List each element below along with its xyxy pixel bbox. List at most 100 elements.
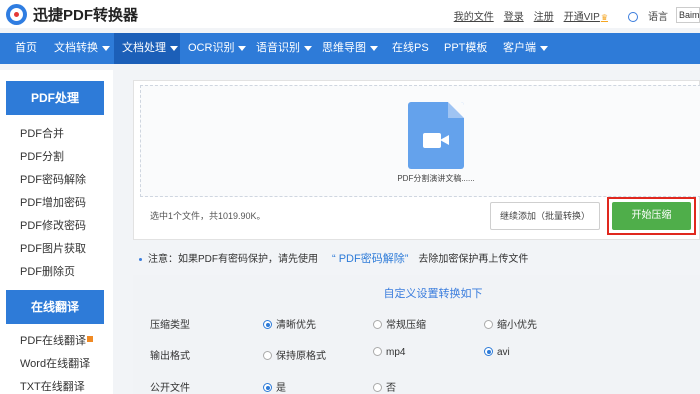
logo[interactable]: 迅捷PDF转换器 xyxy=(6,4,138,25)
nav-ppt[interactable]: PPT模板 xyxy=(436,33,495,64)
chevron-down-icon xyxy=(238,45,247,51)
notice-bar: 注意：如果PDF有密码保护，请先使用 “ PDF密码解除” 去除加密保护再上传文件 xyxy=(133,250,700,268)
logo-text: 迅捷PDF转换器 xyxy=(33,7,139,24)
sidebar-list: PDF合并 PDF分割 PDF密码解除 PDF增加密码 PDF修改密码 PDF图… xyxy=(0,115,113,290)
file-dropzone[interactable]: PDF分割演讲文稿...... xyxy=(140,85,700,197)
notice-suffix: 去除加密保护再上传文件 xyxy=(418,254,529,265)
public-option-yes[interactable]: 是 xyxy=(263,379,286,394)
nav-label: 在线PS xyxy=(392,42,429,54)
option-label: avi xyxy=(497,347,510,358)
crown-icon: ♛ xyxy=(600,12,608,22)
output-option-avi[interactable]: avi xyxy=(484,347,510,358)
nav-ocr[interactable]: OCR识别 xyxy=(180,33,248,64)
nav-label: OCR识别 xyxy=(188,42,235,54)
continue-add-button[interactable]: 继续添加（批量转换） xyxy=(490,202,600,230)
sidebar-item-word-translate[interactable]: Word在线翻译 xyxy=(0,353,113,376)
nav-client[interactable]: 客户端 xyxy=(495,33,557,64)
pdf-unlock-link[interactable]: “ PDF密码解除” xyxy=(332,253,408,265)
sidebar-item-pdf-unlock[interactable]: PDF密码解除 xyxy=(0,169,113,192)
sidebar-item-pdf-merge[interactable]: PDF合并 xyxy=(0,123,113,146)
nav-home[interactable]: 首页 xyxy=(0,33,46,64)
settings-panel: 自定义设置转换如下 压缩类型 清晰优先 常规压缩 缩小优先 输出格式 保持原格式… xyxy=(133,275,700,394)
bullet-icon xyxy=(139,257,142,261)
logo-icon xyxy=(6,4,27,25)
sidebar-item-pdf-image-extract[interactable]: PDF图片获取 xyxy=(0,238,113,261)
nav-online-ps[interactable]: 在线PS xyxy=(381,33,436,64)
camera-lens-icon xyxy=(440,135,449,145)
public-option-no[interactable]: 否 xyxy=(373,379,396,394)
nav-label: 文档转换 xyxy=(54,42,98,54)
vip-label: 开通VIP xyxy=(563,11,600,23)
sidebar-list: PDF在线翻译 Word在线翻译 TXT在线翻译 xyxy=(0,324,113,394)
file-status-text: 选中1个文件，共1019.90K。 xyxy=(150,211,266,221)
chevron-down-icon xyxy=(370,45,378,51)
login-link[interactable]: 登录 xyxy=(504,8,524,23)
nav-doc-convert[interactable]: 文档转换 xyxy=(46,33,114,64)
file-name: PDF分割演讲文稿...... xyxy=(397,174,475,183)
radio-checked-icon xyxy=(484,347,493,356)
radio-icon xyxy=(373,383,382,392)
start-button-highlight: 开始压缩 xyxy=(607,197,696,235)
output-format-row: 输出格式 保持原格式 mp4 avi xyxy=(133,344,700,364)
radio-icon xyxy=(373,320,382,329)
radio-icon xyxy=(373,347,382,356)
public-file-row: 公开文件 是 否 xyxy=(133,376,700,394)
option-label: mp4 xyxy=(386,347,406,358)
sidebar-item-pdf-add-password[interactable]: PDF增加密码 xyxy=(0,192,113,215)
option-label: 常规压缩 xyxy=(386,320,426,331)
public-file-label: 公开文件 xyxy=(150,383,190,394)
compression-option-clarity[interactable]: 清晰优先 xyxy=(263,316,316,331)
output-option-mp4[interactable]: mp4 xyxy=(373,347,405,358)
output-format-label: 输出格式 xyxy=(150,351,190,362)
radio-icon xyxy=(263,351,272,360)
main-nav: 首页 文档转换 文档处理 OCR识别 语音识别 思维导图 在线PS PPT模板 … xyxy=(0,33,700,64)
radio-checked-icon xyxy=(263,383,272,392)
radio-icon xyxy=(484,320,493,329)
top-links: 我的文件 登录 注册 开通VIP♛ 语言 Baimi中 xyxy=(454,7,700,23)
my-files-link[interactable]: 我的文件 xyxy=(454,8,494,23)
option-label: 是 xyxy=(276,383,286,394)
language-label: 语言 xyxy=(648,11,668,23)
compression-row: 压缩类型 清晰优先 常规压缩 缩小优先 xyxy=(133,313,700,333)
chevron-down-icon xyxy=(102,45,110,51)
chevron-down-icon xyxy=(304,45,312,51)
nav-label: 语音识别 xyxy=(256,42,300,54)
radio-checked-icon xyxy=(263,320,272,329)
upload-panel: PDF分割演讲文稿...... 选中1个文件，共1019.90K。 继续添加（批… xyxy=(133,80,700,240)
video-file-icon[interactable] xyxy=(408,102,464,169)
sidebar-item-label: PDF在线翻译 xyxy=(20,335,86,347)
nav-mindmap[interactable]: 思维导图 xyxy=(314,33,381,64)
chevron-down-icon xyxy=(540,45,548,51)
search-input[interactable]: Baimi中 xyxy=(676,7,700,23)
sidebar-item-txt-translate[interactable]: TXT在线翻译 xyxy=(0,376,113,394)
sidebar-item-pdf-delete-page[interactable]: PDF删除页 xyxy=(0,261,113,284)
language-selector[interactable]: 语言 xyxy=(628,8,668,23)
nav-speech[interactable]: 语音识别 xyxy=(248,33,314,64)
compression-option-smaller[interactable]: 缩小优先 xyxy=(484,316,537,331)
nav-label: 文档处理 xyxy=(122,42,166,54)
start-compress-button[interactable]: 开始压缩 xyxy=(612,202,691,230)
nav-label: 思维导图 xyxy=(322,42,366,54)
vip-link[interactable]: 开通VIP♛ xyxy=(564,8,618,23)
sidebar-item-pdf-change-password[interactable]: PDF修改密码 xyxy=(0,215,113,238)
sidebar-item-pdf-translate[interactable]: PDF在线翻译 xyxy=(0,330,113,353)
option-label: 否 xyxy=(386,383,396,394)
nav-label: PPT模板 xyxy=(444,42,488,54)
camera-icon xyxy=(423,133,441,148)
register-link[interactable]: 注册 xyxy=(534,8,554,23)
top-header: 迅捷PDF转换器 我的文件 登录 注册 开通VIP♛ 语言 Baimi中 xyxy=(0,0,700,28)
option-label: 保持原格式 xyxy=(276,351,326,362)
nav-label: 首页 xyxy=(15,42,37,54)
new-badge-icon xyxy=(87,336,93,342)
compression-option-normal[interactable]: 常规压缩 xyxy=(373,316,426,331)
sidebar-section-title: 在线翻译 xyxy=(6,290,104,324)
sidebar-item-pdf-split[interactable]: PDF分割 xyxy=(0,146,113,169)
settings-title: 自定义设置转换如下 xyxy=(383,288,483,300)
output-option-original[interactable]: 保持原格式 xyxy=(263,347,326,362)
option-label: 缩小优先 xyxy=(497,320,537,331)
option-label: 清晰优先 xyxy=(276,320,316,331)
nav-doc-process[interactable]: 文档处理 xyxy=(114,33,180,64)
compression-label: 压缩类型 xyxy=(150,320,190,331)
chevron-down-icon xyxy=(170,45,178,51)
sidebar: PDF处理 PDF合并 PDF分割 PDF密码解除 PDF增加密码 PDF修改密… xyxy=(0,70,113,394)
